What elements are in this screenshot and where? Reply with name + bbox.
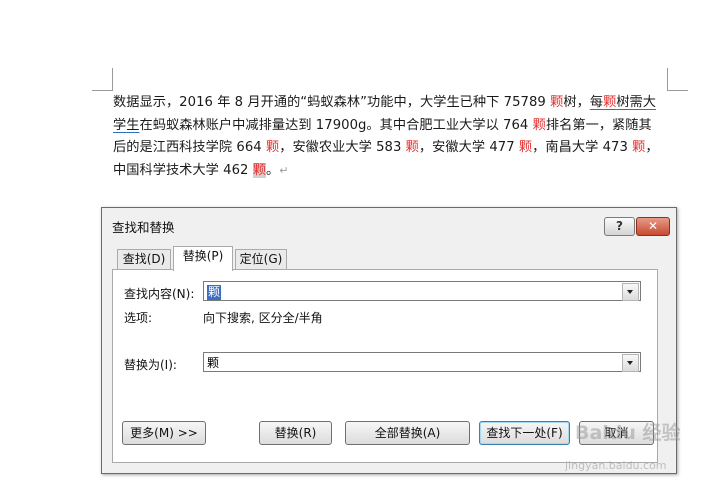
text-run: 学生 — [113, 117, 140, 133]
text-run: ↵ — [279, 163, 289, 177]
document-line: 后的是江西科技学院 664 颗，安徽农业大学 583 颗，安徽大学 477 颗，… — [113, 137, 669, 160]
text-run: ，南昌大学 473 — [532, 140, 633, 156]
document-line: 学生在蚂蚁森林账户中减排量达到 17900g。其中合肥工业大学以 764 颗排名… — [113, 115, 669, 138]
document-line: 中国科学技术大学 462 颗。↵ — [113, 160, 669, 183]
help-button[interactable]: ? — [604, 217, 635, 236]
document-line: 数据显示，2016 年 8 月开通的“蚂蚁森林”功能中，大学生已种下 75789… — [113, 92, 669, 115]
text-run: ，安徽农业大学 583 — [279, 140, 406, 156]
match-highlight: 颗 — [265, 140, 280, 156]
match-highlight: 颗 — [252, 162, 266, 178]
match-highlight: 颗 — [518, 140, 533, 156]
text-run: 树需大 — [616, 95, 657, 110]
text-run: ， — [645, 140, 659, 156]
baidu-watermark-logo: Baidu 经验 — [575, 422, 681, 444]
replace-dropdown-arrow-icon[interactable] — [622, 354, 639, 372]
tab-goto[interactable]: 定位(G) — [235, 249, 287, 270]
crop-mark-top-left — [92, 68, 113, 91]
text-run: 每 — [589, 95, 604, 110]
tab-find[interactable]: 查找(D) — [117, 249, 171, 270]
document-paragraph[interactable]: 数据显示，2016 年 8 月开通的“蚂蚁森林”功能中，大学生已种下 75789… — [113, 92, 669, 182]
tab-replace[interactable]: 替换(P) — [173, 246, 233, 271]
close-button[interactable]: ✕ — [636, 217, 670, 236]
text-run: 数据显示，2016 年 8 月开通的“蚂蚁森林”功能中，大学生已种下 75789 — [113, 95, 551, 110]
find-input[interactable]: 颗 — [203, 281, 641, 301]
match-highlight: 颗 — [405, 140, 419, 156]
match-highlight: 颗 — [632, 140, 646, 156]
match-highlight: 颗 — [532, 117, 546, 133]
find-dropdown-arrow-icon[interactable] — [622, 283, 639, 301]
find-value: 颗 — [207, 285, 222, 300]
replace-button[interactable]: 替换(R) — [259, 421, 332, 445]
text-run: 树， — [563, 95, 590, 110]
text-run: 后的是江西科技学院 664 — [113, 140, 266, 156]
text-run: 排名第一，紧随其 — [545, 117, 652, 133]
dialog-titlebar[interactable]: 查找和替换 ? ✕ — [102, 208, 676, 240]
match-highlight: 颗 — [603, 95, 617, 110]
dialog-title: 查找和替换 — [112, 220, 175, 235]
match-highlight: 颗 — [550, 95, 564, 110]
find-next-button[interactable]: 查找下一处(F) — [479, 421, 570, 445]
replace-value: 颗 — [207, 356, 220, 370]
text-run: 中国科学技术大学 462 — [113, 162, 253, 178]
find-label: 查找内容(N): — [124, 287, 195, 301]
options-label: 选项: — [124, 311, 153, 325]
options-value: 向下搜索, 区分全/半角 — [203, 311, 323, 325]
text-run: 。 — [265, 162, 280, 178]
replace-label: 替换为(I): — [124, 358, 177, 372]
crop-mark-top-right — [667, 68, 688, 91]
replace-all-button[interactable]: 全部替换(A) — [345, 421, 470, 445]
more-button[interactable]: 更多(M) >> — [122, 421, 206, 445]
baidu-watermark-url: jingyan.baidu.com — [565, 459, 667, 472]
text-run: ，安徽大学 477 — [418, 140, 519, 156]
replace-input[interactable]: 颗 — [203, 352, 641, 372]
text-run: 在蚂蚁森林账户中减排量达到 17900g。其中合肥工业大学以 764 — [139, 117, 533, 133]
